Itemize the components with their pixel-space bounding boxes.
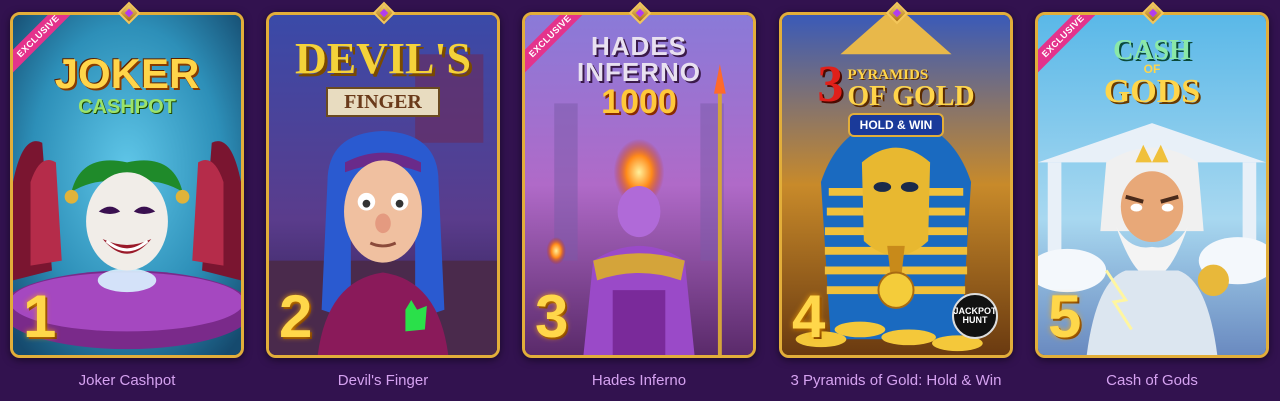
game-card-3-pyramids-of-gold[interactable]: 3 PYRAMIDS OF GOLD HOLD & WIN JACKPOT HUN… (779, 12, 1013, 358)
game-logo: JOKER CASHPOT (54, 50, 200, 118)
game-logo: DEVIL'S FINGER (269, 37, 497, 117)
rank-number: 4 (792, 283, 826, 350)
jackpot-hunt-badge: JACKPOT HUNT (952, 293, 998, 339)
rank-number: 3 (535, 283, 569, 350)
rank-number: 1 (23, 283, 57, 350)
game-logo: 3 PYRAMIDS OF GOLD HOLD & WIN (782, 59, 1010, 137)
rank-number: 2 (279, 283, 313, 350)
game-card-joker-cashpot[interactable]: JOKER CASHPOT EXCLUSIVE 1 (10, 12, 244, 358)
game-title[interactable]: 3 Pyramids of Gold: Hold & Win (779, 372, 1013, 389)
game-card-hades-inferno[interactable]: HADES INFERNO 1000 EXCLUSIVE 3 (522, 12, 756, 358)
rank-number: 5 (1048, 283, 1082, 350)
game-logo: CASH OF GODS (1103, 35, 1201, 110)
game-card-devils-finger[interactable]: DEVIL'S FINGER 2 (266, 12, 500, 358)
game-logo: HADES INFERNO 1000 (577, 31, 701, 121)
game-title[interactable]: Cash of Gods (1035, 372, 1269, 389)
game-title[interactable]: Joker Cashpot (10, 372, 244, 389)
game-card-cash-of-gods[interactable]: CASH OF GODS EXCLUSIVE 5 (1035, 12, 1269, 358)
game-carousel: JOKER CASHPOT EXCLUSIVE 1 Joker Cashpot (0, 0, 1280, 401)
game-title[interactable]: Hades Inferno (522, 372, 756, 389)
game-title[interactable]: Devil's Finger (266, 372, 500, 389)
